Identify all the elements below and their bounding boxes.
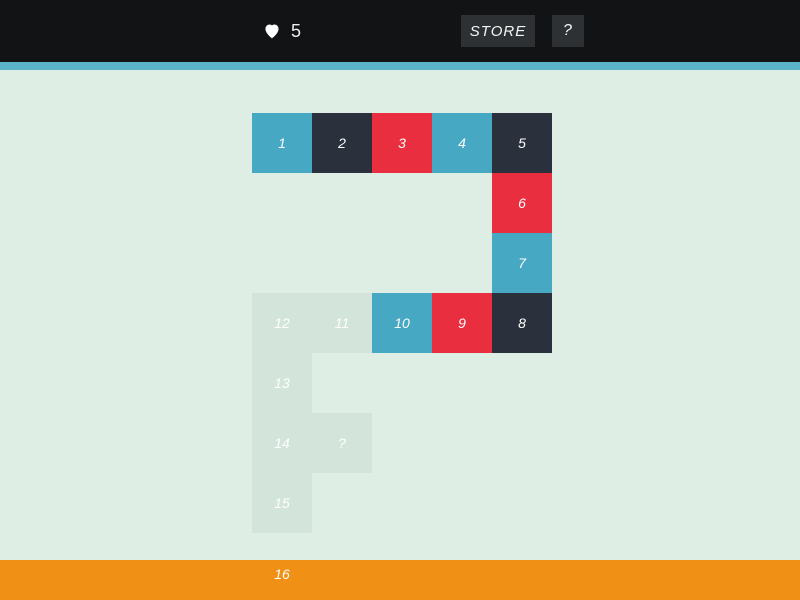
level-tile-9[interactable]: 9	[432, 293, 492, 353]
level-tile-10[interactable]: 10	[372, 293, 432, 353]
level-tile-12: 12	[252, 293, 312, 353]
level-tile-7[interactable]: 7	[492, 233, 552, 293]
level-tile-2[interactable]: 2	[312, 113, 372, 173]
level-tile-13: 13	[252, 353, 312, 413]
level-tile-11: 11	[312, 293, 372, 353]
level-tile-1[interactable]: 1	[252, 113, 312, 173]
level-tile-14: 14	[252, 413, 312, 473]
level-tile-6[interactable]: 6	[492, 173, 552, 233]
orange-bar	[0, 560, 800, 600]
level-tile-16[interactable]: 16	[252, 560, 312, 600]
level-tile-4[interactable]: 4	[432, 113, 492, 173]
level-tile-5[interactable]: 5	[492, 113, 552, 173]
level-tile-15: 15	[252, 473, 312, 533]
level-tile-3[interactable]: 3	[372, 113, 432, 173]
level-tile-8[interactable]: 8	[492, 293, 552, 353]
level-tile-?: ?	[312, 413, 372, 473]
level-board: 1234567891011121314?15	[0, 0, 800, 600]
